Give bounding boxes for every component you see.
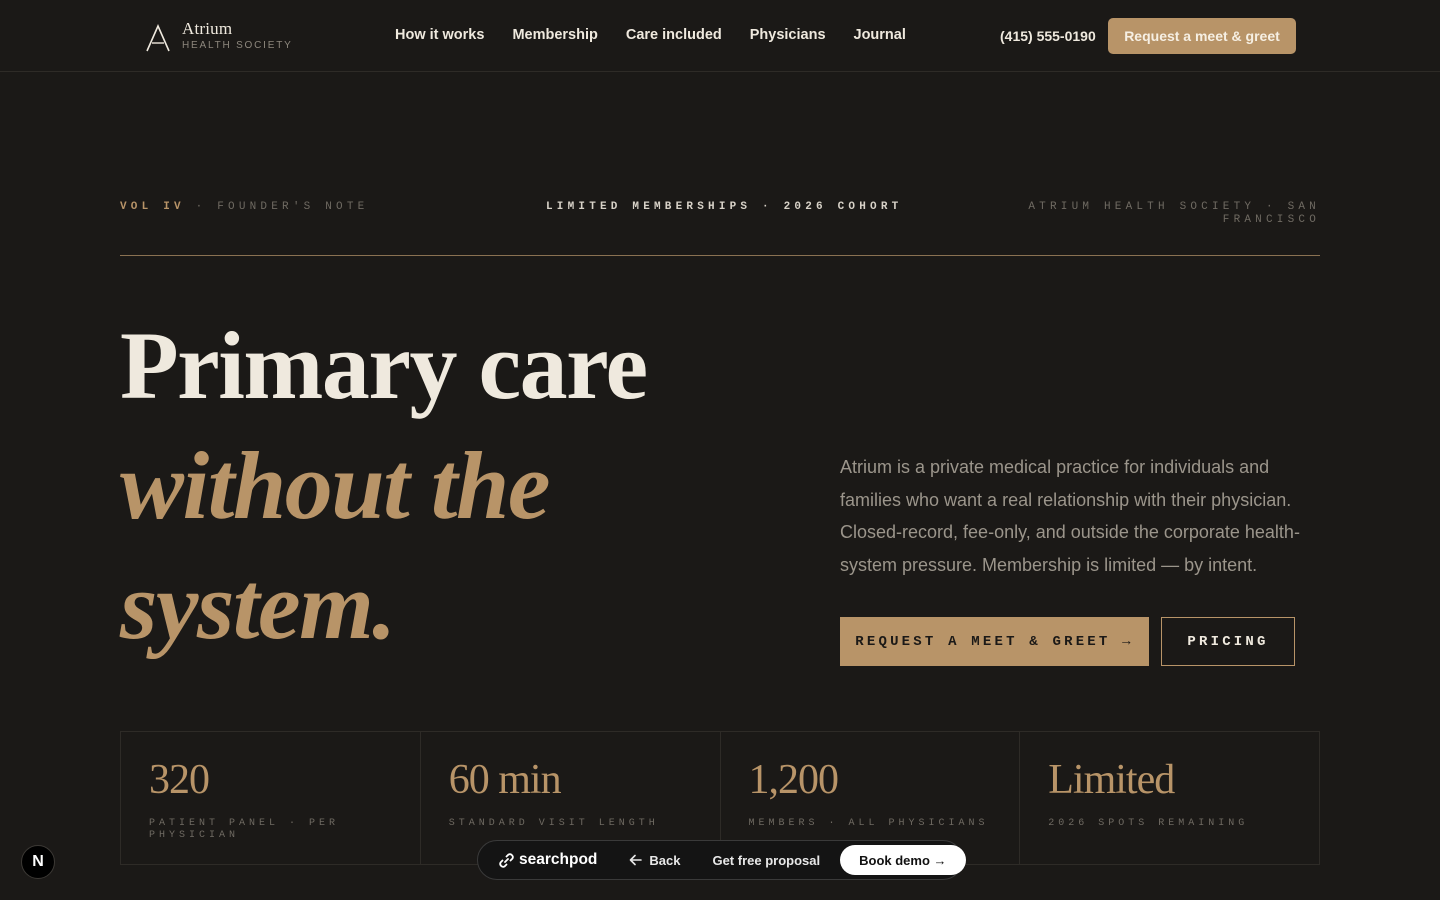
nav-link-care-included[interactable]: Care included bbox=[626, 27, 722, 43]
searchpod-logo-text: searchpod bbox=[519, 851, 598, 868]
stat-patient-panel: 320 PATIENT PANEL · PER PHYSICIAN bbox=[121, 732, 421, 864]
headline-line-2: without the bbox=[120, 432, 550, 539]
request-meet-greet-button[interactable]: REQUEST A MEET & GREET → bbox=[840, 617, 1149, 666]
nav-link-journal[interactable]: Journal bbox=[854, 27, 906, 43]
floating-toolbar: searchpod Back Get free proposal Book de… bbox=[477, 840, 966, 880]
hero-description: Atrium is a private medical practice for… bbox=[840, 457, 1300, 575]
cohort-label: LIMITED MEMBERSHIPS · 2026 COHORT bbox=[546, 201, 903, 213]
arrow-left-icon bbox=[630, 854, 643, 866]
headline-line-3: system. bbox=[120, 552, 396, 659]
primary-navigation: How it works Membership Care included Ph… bbox=[395, 27, 934, 43]
back-button[interactable]: Back bbox=[629, 853, 680, 868]
back-button-label: Back bbox=[649, 852, 681, 868]
location-label: ATRIUM HEALTH SOCIETY · SAN FRANCISCO bbox=[1028, 201, 1320, 226]
nav-request-meet-greet-button[interactable]: Request a meet & greet bbox=[1108, 18, 1296, 54]
atrium-logo-icon bbox=[146, 24, 170, 52]
section-divider bbox=[120, 255, 1320, 256]
stat-label: MEMBERS · ALL PHYSICIANS bbox=[748, 818, 989, 829]
hero-headline: Primary care without the system. bbox=[120, 306, 648, 666]
stat-value: 60 min bbox=[448, 757, 562, 803]
nav-link-membership[interactable]: Membership bbox=[512, 27, 597, 43]
stat-value: 1,200 bbox=[748, 757, 839, 803]
stat-label: STANDARD VISIT LENGTH bbox=[448, 818, 659, 829]
nav-link-how-it-works[interactable]: How it works bbox=[395, 27, 484, 43]
volume-label: VOL IV bbox=[120, 201, 185, 213]
pricing-button[interactable]: PRICING bbox=[1161, 617, 1295, 666]
brand-subtitle: HEALTH SOCIETY bbox=[182, 40, 293, 51]
stat-value: 320 bbox=[149, 757, 210, 803]
book-demo-button[interactable]: Book demo → bbox=[840, 845, 966, 875]
brand-name: Atrium bbox=[182, 19, 233, 38]
founders-note-label: · FOUNDER'S NOTE bbox=[184, 201, 369, 213]
get-free-proposal-link[interactable]: Get free proposal bbox=[712, 853, 820, 868]
stat-spots-remaining: Limited 2026 SPOTS REMAINING bbox=[1020, 732, 1319, 864]
issue-label: VOL IV · FOUNDER'S NOTE bbox=[120, 201, 368, 213]
top-nav: Atrium HEALTH SOCIETY How it works Membe… bbox=[0, 0, 1440, 72]
searchpod-logo[interactable]: searchpod bbox=[498, 851, 597, 869]
stat-label: 2026 SPOTS REMAINING bbox=[1048, 818, 1249, 829]
stat-value: Limited bbox=[1048, 757, 1175, 803]
stat-label: PATIENT PANEL · PER PHYSICIAN bbox=[149, 818, 340, 841]
phone-link[interactable]: (415) 555-0190 bbox=[1000, 28, 1096, 44]
dev-tools-badge[interactable]: N bbox=[21, 845, 55, 879]
headline-line-1: Primary care bbox=[120, 312, 648, 419]
link-icon bbox=[499, 852, 514, 868]
nav-link-physicians[interactable]: Physicians bbox=[750, 27, 826, 43]
brand-logo[interactable]: Atrium HEALTH SOCIETY bbox=[145, 20, 293, 53]
